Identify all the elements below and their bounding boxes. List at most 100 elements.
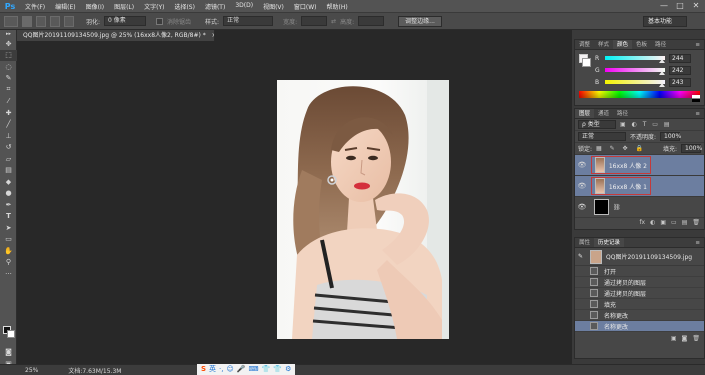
refine-edge-button[interactable]: 调整边缘... (398, 15, 442, 27)
shape-tool-icon[interactable]: ▭ (0, 234, 17, 246)
ime-icon[interactable]: 英 (209, 365, 216, 374)
type-tool-icon[interactable]: T (0, 211, 17, 223)
fx-icon[interactable]: ◐ (650, 219, 655, 226)
visibility-eye-icon[interactable]: 👁 (577, 181, 587, 191)
menu-item[interactable]: 选择(S) (169, 2, 200, 11)
gradient-tool-icon[interactable]: ▤ (0, 165, 17, 177)
subtract-selection-icon[interactable] (50, 15, 60, 27)
clone-stamp-tool-icon[interactable]: ⊥ (0, 130, 17, 142)
channel-value-input[interactable]: 242 (669, 65, 691, 75)
history-state[interactable]: 填充 (575, 299, 704, 310)
ime-icon[interactable]: ☺ (227, 365, 234, 374)
layer-kind-filter[interactable]: ρ 类型 (578, 120, 616, 129)
panel-menu-icon[interactable]: ≡ (691, 109, 704, 118)
lasso-tool-icon[interactable]: ◌ (0, 61, 17, 73)
dodge-tool-icon[interactable]: ● (0, 188, 17, 200)
history-state[interactable]: 名称更改 (575, 310, 704, 321)
hand-tool-icon[interactable]: ✋ (0, 245, 17, 257)
history-state[interactable]: 通过拷贝的图层 (575, 277, 704, 288)
path-select-tool-icon[interactable]: ➤ (0, 222, 17, 234)
close-tab-icon[interactable]: × (212, 32, 214, 39)
menu-item[interactable]: 窗口(W) (289, 2, 322, 11)
move-tool-icon[interactable]: ✥ (0, 38, 17, 50)
tab-color_panel[interactable]: 色板 (632, 40, 651, 49)
quick-select-tool-icon[interactable]: ✎ (0, 73, 17, 85)
ime-icon[interactable]: S (201, 365, 206, 374)
visibility-eye-icon[interactable]: 👁 (577, 202, 587, 212)
menu-item[interactable]: 编辑(E) (50, 2, 80, 11)
menu-item[interactable]: 文件(F) (20, 2, 50, 11)
history-source-checkbox[interactable] (578, 323, 584, 329)
delete-state-icon[interactable]: 🗑 (692, 335, 700, 342)
history-state[interactable]: 名称更改 (575, 321, 704, 332)
slider-knob-icon[interactable] (659, 83, 666, 87)
channel-value-input[interactable]: 243 (669, 77, 691, 87)
menu-item[interactable]: 图层(L) (109, 2, 139, 11)
more-tools-icon[interactable]: ··· (0, 268, 17, 280)
height-input[interactable] (358, 16, 385, 26)
history-brush-source-icon[interactable]: ✎ (578, 253, 586, 260)
black-white-ramp[interactable] (692, 95, 700, 102)
ime-icon[interactable]: ⌨ (249, 365, 259, 374)
canvas-photo[interactable] (277, 80, 449, 339)
tab-layers_panel[interactable]: 图层 (575, 109, 595, 118)
adjustment-layer-icon[interactable]: ▭ (671, 219, 677, 226)
fill-input[interactable]: 100% (681, 144, 702, 153)
link-layers-icon[interactable]: fx (639, 219, 645, 226)
tab-color_panel[interactable]: 颜色 (613, 40, 633, 49)
eraser-tool-icon[interactable]: ▱ (0, 153, 17, 165)
history-source-checkbox[interactable] (578, 301, 584, 307)
menu-item[interactable]: 3D(D) (230, 2, 258, 11)
tab-history_panel[interactable]: 历史记录 (594, 238, 625, 247)
history-source-checkbox[interactable] (578, 279, 584, 285)
tab-color_panel[interactable]: 路径 (651, 40, 670, 49)
brush-tool-icon[interactable]: ╱ (0, 119, 17, 131)
healing-brush-tool-icon[interactable]: ✚ (0, 107, 17, 119)
panel-menu-icon[interactable]: ≡ (691, 40, 704, 49)
intersect-selection-icon[interactable] (64, 15, 74, 27)
new-document-from-state-icon[interactable]: ▣ (671, 335, 677, 342)
tab-layers_panel[interactable]: 通道 (594, 109, 613, 118)
eyedropper-tool-icon[interactable]: ⁄ (0, 96, 17, 108)
blur-tool-icon[interactable]: ◆ (0, 176, 17, 188)
channel-value-input[interactable]: 244 (669, 53, 691, 63)
tool-preset-picker[interactable] (4, 15, 18, 27)
ime-icon[interactable]: ·, (219, 365, 223, 374)
zoom-level[interactable]: 25% (25, 367, 38, 374)
filter-icons[interactable]: ▣ ◐ T ▭ ▤ (620, 121, 672, 128)
feather-input[interactable]: 0 像素 (104, 16, 147, 26)
layer-row[interactable]: 👁 16xx8 人像 2 (575, 155, 704, 176)
color-spectrum[interactable] (579, 91, 700, 98)
history-brush-tool-icon[interactable]: ↺ (0, 142, 17, 154)
layer-info[interactable]: 16xx8 人像 2 (591, 156, 651, 174)
layer-info[interactable]: ⛓ (591, 198, 651, 216)
channel-slider[interactable] (605, 56, 666, 63)
visibility-eye-icon[interactable]: 👁 (577, 160, 587, 170)
delete-layer-icon[interactable]: 🗑 (692, 219, 700, 226)
menu-item[interactable]: 滤镜(T) (200, 2, 230, 11)
background-color-swatch[interactable] (7, 330, 15, 338)
history-source-checkbox[interactable] (578, 290, 584, 296)
panel-menu-icon[interactable]: ≡ (691, 238, 704, 247)
tab-history_panel[interactable]: 属性 (575, 238, 594, 247)
history-state[interactable]: 通过拷贝的图层 (575, 288, 704, 299)
menu-item[interactable]: 文字(Y) (139, 2, 169, 11)
opacity-input[interactable]: 100% (660, 132, 681, 141)
ime-icon[interactable]: 🎤 (237, 365, 246, 374)
antialias-checkbox[interactable] (156, 17, 164, 25)
maximize-icon[interactable]: □ (675, 1, 685, 11)
lock-icons[interactable]: ▦ ✎ ✥ 🔒 (596, 145, 646, 152)
blend-mode-select[interactable]: 正常 (578, 132, 626, 141)
marquee-tool-icon[interactable]: ⬚ (0, 49, 17, 61)
workspace-select[interactable]: 基本功能 (643, 16, 687, 27)
ime-icon[interactable]: ⚙ (285, 365, 291, 374)
ime-toolbar[interactable]: S 英 ·, ☺ 🎤 ⌨ 👕 👕 ⚙ (197, 364, 296, 375)
width-input[interactable] (301, 16, 328, 26)
history-source-checkbox[interactable] (578, 312, 584, 318)
document-info[interactable]: 文档:7.63M/15.3M (68, 366, 121, 375)
layer-row[interactable]: 👁 ⛓ (575, 197, 704, 218)
menu-item[interactable]: 图像(I) (81, 2, 109, 11)
crop-tool-icon[interactable]: ⌗ (0, 84, 17, 96)
menu-item[interactable]: 视图(V) (258, 2, 289, 11)
tab-layers_panel[interactable]: 路径 (613, 109, 632, 118)
